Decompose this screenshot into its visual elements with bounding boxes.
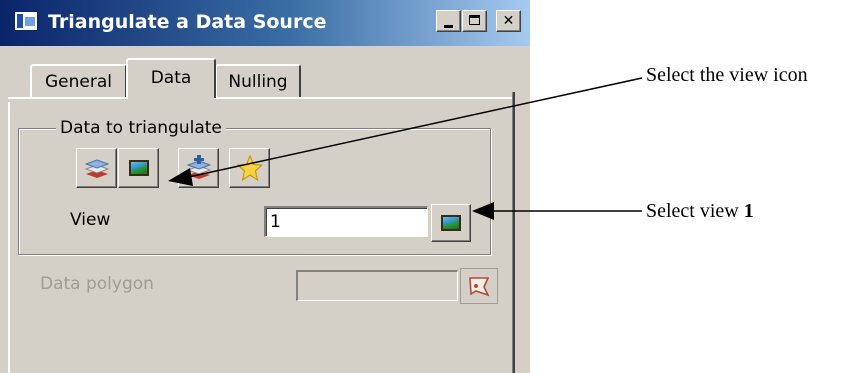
tab-data[interactable]: Data [126,58,216,98]
arrowhead-view-field [472,202,494,220]
arrow-line-view-icon [183,77,643,179]
arrowhead-view-icon [168,168,193,186]
annotation-arrows [168,77,643,220]
selected-tab-gap [128,96,214,100]
